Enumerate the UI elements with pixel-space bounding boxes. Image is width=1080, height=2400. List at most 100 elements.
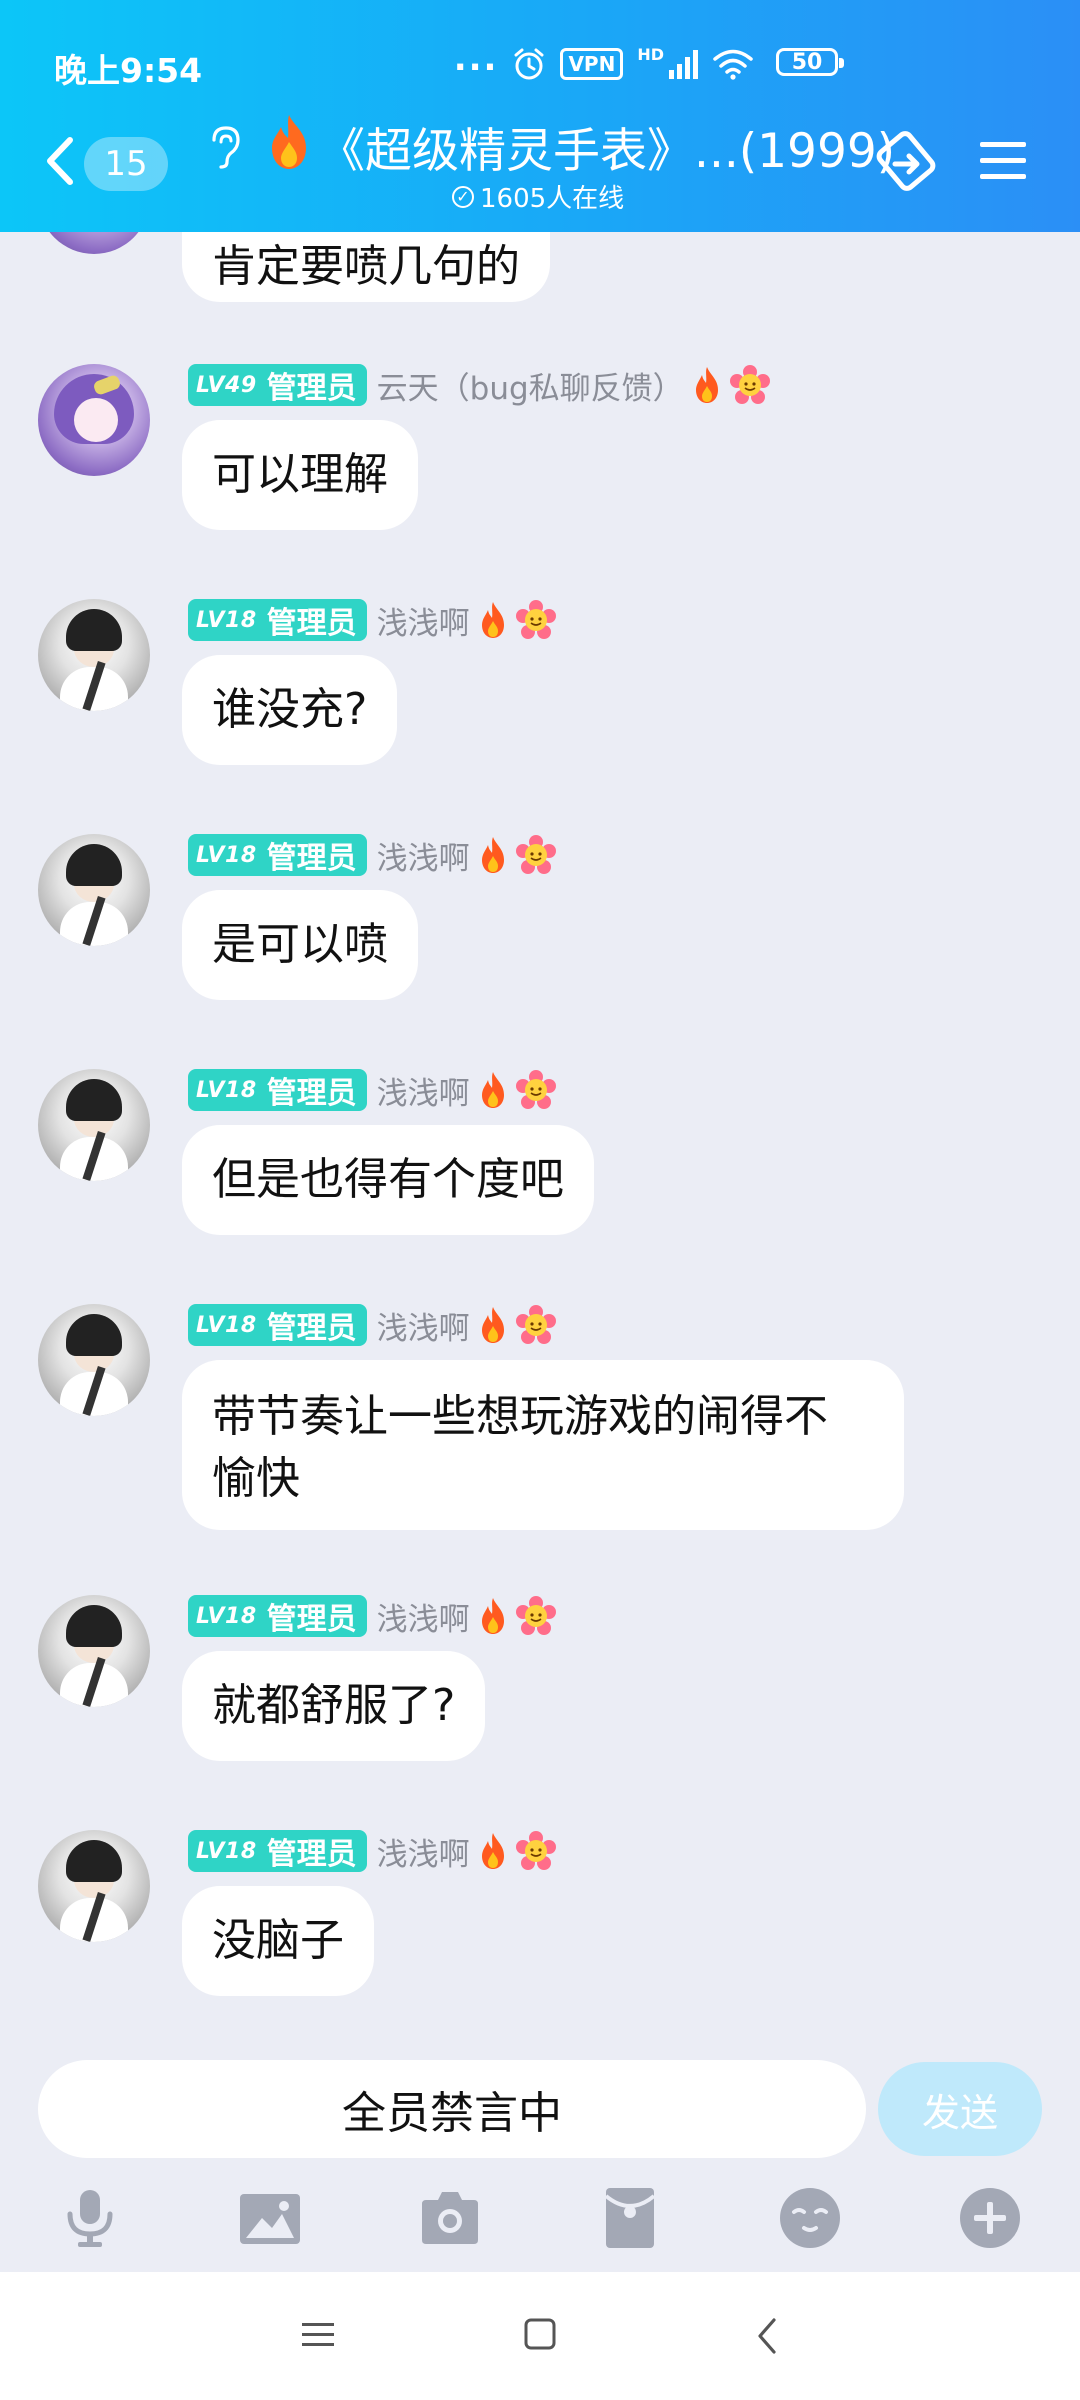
- online-check-icon: ✓: [452, 185, 474, 208]
- flower-badge-icon: [729, 365, 770, 404]
- sender-meta: LV18 管理员 浅浅啊: [188, 598, 556, 643]
- level-number: LV18: [196, 842, 257, 868]
- fire-badge-icon: [481, 1598, 504, 1634]
- back-icon[interactable]: [42, 134, 76, 188]
- fire-badge-icon: [481, 837, 504, 873]
- sender-meta: LV18 管理员 浅浅啊: [188, 1303, 556, 1348]
- sender-name[interactable]: 浅浅啊: [377, 833, 470, 878]
- camera-icon[interactable]: [418, 2186, 482, 2250]
- avatar[interactable]: [38, 1304, 150, 1416]
- message-bubble[interactable]: 可以理解: [182, 420, 418, 530]
- home-icon[interactable]: [522, 2316, 558, 2352]
- ear-icon[interactable]: [206, 124, 242, 170]
- fire-icon: [272, 115, 306, 169]
- flower-badge-icon: [515, 1070, 556, 1109]
- send-button[interactable]: 发送: [878, 2062, 1042, 2156]
- alarm-icon: [514, 48, 544, 80]
- sender-meta: LV18 管理员 浅浅啊: [188, 1068, 556, 1113]
- avatar[interactable]: [38, 232, 150, 254]
- microphone-icon[interactable]: [58, 2186, 122, 2250]
- fire-badge-icon: [481, 1833, 504, 1869]
- message-bubble[interactable]: 带节奏让一些想玩游戏的闹得不 愉快: [182, 1360, 904, 1530]
- sender-name[interactable]: 浅浅啊: [377, 598, 470, 643]
- menu-icon[interactable]: [978, 138, 1028, 182]
- level-badge: LV18 管理员: [188, 1830, 367, 1872]
- more-notifications-icon: ...: [453, 39, 499, 79]
- recent-apps-icon[interactable]: [300, 2316, 336, 2352]
- sender-name[interactable]: 浅浅啊: [377, 1068, 470, 1113]
- sender-name[interactable]: 云天（bug私聊反馈）: [377, 363, 684, 408]
- level-number: LV18: [196, 607, 257, 633]
- chat-header: 晚上9:54 ... VPN HD 50 15 《超级精灵手表》...(1999…: [0, 0, 1080, 232]
- message-text-line: 带节奏让一些想玩游戏的闹得不: [212, 1391, 828, 1442]
- level-number: LV18: [196, 1603, 257, 1629]
- online-count-text: 1605人在线: [480, 184, 625, 214]
- level-badge: LV18 管理员: [188, 1069, 367, 1111]
- sender-meta: LV18 管理员 浅浅啊: [188, 1829, 556, 1874]
- sender-meta: LV18 管理员 浅浅啊: [188, 1594, 556, 1639]
- wifi-icon: [713, 49, 753, 80]
- group-transfer-icon[interactable]: [873, 128, 939, 194]
- level-badge: LV18 管理员: [188, 834, 367, 876]
- input-toolbar: [0, 2170, 1080, 2260]
- fire-badge-icon: [481, 1072, 504, 1108]
- message-bubble[interactable]: 没脑子: [182, 1886, 374, 1996]
- role-label: 管理员: [266, 841, 357, 876]
- fire-badge-icon: [481, 1307, 504, 1343]
- level-badge: LV18 管理员: [188, 1595, 367, 1637]
- unread-count-badge[interactable]: 15: [84, 137, 168, 191]
- flower-badge-icon: [515, 600, 556, 639]
- message-text-line: 愉快: [212, 1453, 300, 1504]
- message-bubble[interactable]: 就都舒服了?: [182, 1651, 486, 1761]
- avatar[interactable]: [38, 834, 150, 946]
- muted-notice: 全员禁言中: [342, 2088, 562, 2139]
- image-icon[interactable]: [238, 2186, 302, 2250]
- fire-badge-icon: [695, 367, 718, 403]
- level-number: LV18: [196, 1838, 257, 1864]
- plus-icon[interactable]: [958, 2186, 1022, 2250]
- vpn-icon: VPN: [560, 48, 624, 80]
- back-nav-icon[interactable]: [752, 2316, 782, 2356]
- role-label: 管理员: [266, 371, 357, 406]
- level-badge: LV18 管理员: [188, 599, 367, 641]
- role-label: 管理员: [266, 606, 357, 641]
- avatar[interactable]: [38, 1830, 150, 1942]
- role-label: 管理员: [266, 1076, 357, 1111]
- hd-label: HD: [637, 44, 664, 64]
- avatar[interactable]: [38, 1069, 150, 1181]
- flower-badge-icon: [515, 1596, 556, 1635]
- avatar[interactable]: [38, 1595, 150, 1707]
- message-bubble[interactable]: 谁没充?: [182, 655, 398, 765]
- role-label: 管理员: [266, 1311, 357, 1346]
- level-number: LV18: [196, 1077, 257, 1103]
- level-number: LV49: [196, 372, 257, 398]
- flower-badge-icon: [515, 1305, 556, 1344]
- emoji-icon[interactable]: [778, 2186, 842, 2250]
- system-navigation-bar: [0, 2272, 1080, 2400]
- message-bubble[interactable]: 但是也得有个度吧: [182, 1125, 594, 1235]
- flower-badge-icon: [515, 1831, 556, 1870]
- message-bubble[interactable]: 肯定要喷几句的: [182, 232, 550, 302]
- role-label: 管理员: [266, 1602, 357, 1637]
- sender-meta: LV49 管理员 云天（bug私聊反馈）: [188, 363, 770, 408]
- sender-name[interactable]: 浅浅啊: [377, 1594, 470, 1639]
- sender-name[interactable]: 浅浅啊: [377, 1829, 470, 1874]
- level-badge: LV49 管理员: [188, 364, 367, 406]
- sender-name[interactable]: 浅浅啊: [377, 1303, 470, 1348]
- chat-messages[interactable]: 肯定要喷几句的 LV49 管理员 云天（bug私聊反馈） 可以理解 LV18 管…: [0, 232, 1080, 2042]
- online-count[interactable]: ✓ 1605人在线: [452, 178, 624, 215]
- avatar[interactable]: [38, 599, 150, 711]
- sender-meta: LV18 管理员 浅浅啊: [188, 833, 556, 878]
- status-time: 晚上9:54: [54, 51, 203, 90]
- message-bubble[interactable]: 是可以喷: [182, 890, 418, 1000]
- avatar[interactable]: [38, 364, 150, 476]
- level-badge: LV18 管理员: [188, 1304, 367, 1346]
- battery-icon: 50: [776, 48, 844, 76]
- cellular-signal-icon: [669, 50, 698, 79]
- group-title[interactable]: 《超级精灵手表》...(1999): [318, 112, 895, 181]
- role-label: 管理员: [266, 1837, 357, 1872]
- message-input-muted[interactable]: 全员禁言中: [38, 2060, 866, 2158]
- flower-badge-icon: [515, 835, 556, 874]
- red-packet-icon[interactable]: [598, 2186, 662, 2250]
- fire-badge-icon: [481, 602, 504, 638]
